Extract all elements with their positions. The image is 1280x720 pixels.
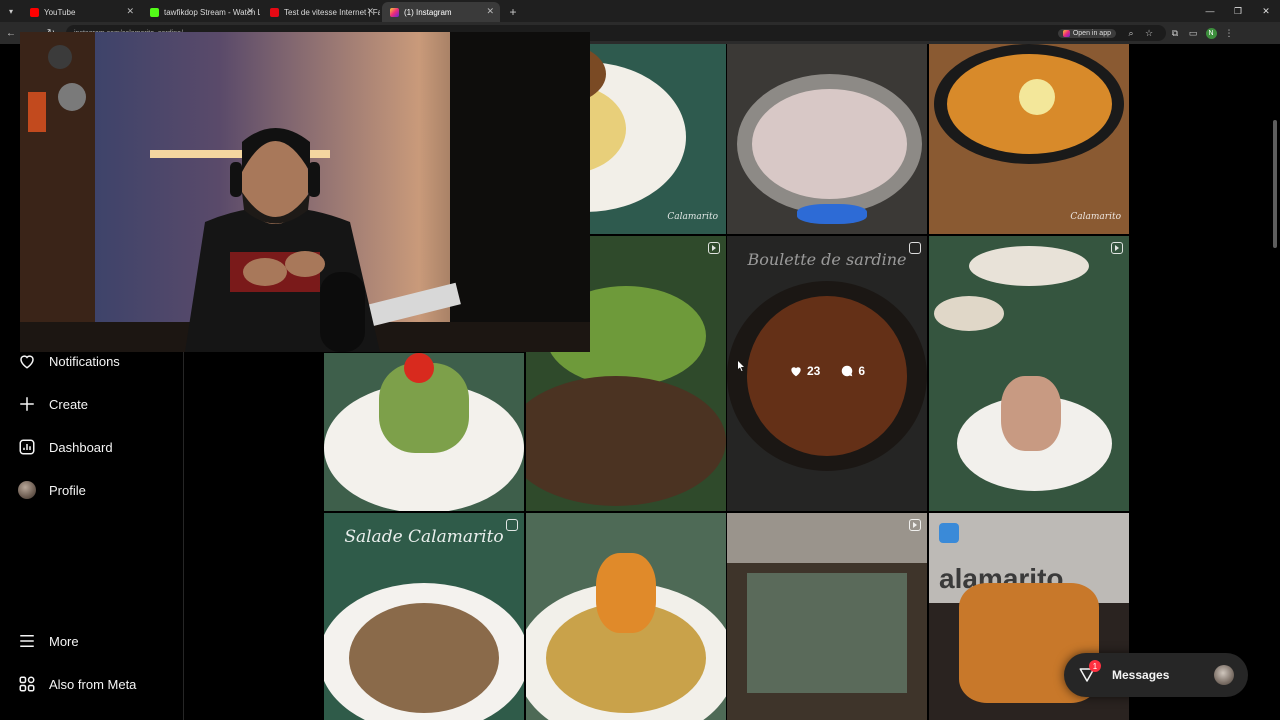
tab-kick-stream[interactable]: tawfikdop Stream - Watch Live ✕ [142, 2, 260, 22]
sidebar-item-label: Create [49, 396, 89, 412]
sidebar-item-create[interactable]: Create [18, 393, 88, 415]
sidebar-item-profile[interactable]: Profile [18, 479, 86, 501]
post-caption: Salade Calamarito [344, 527, 504, 547]
tab-fast-com[interactable]: Test de vitesse Internet | Fast.com ✕ [262, 2, 380, 22]
page-scrollbar[interactable] [1272, 46, 1278, 720]
tab-title: YouTube [44, 7, 76, 17]
tab-youtube[interactable]: YouTube ✕ [22, 2, 140, 22]
plate-shape [934, 296, 1004, 331]
zoom-icon[interactable]: ⌕ [1122, 24, 1140, 42]
app-window: ▾ YouTube ✕ tawfikdop Stream - Watch Liv… [0, 0, 1280, 720]
sidebar-item-label: Notifications [49, 353, 120, 369]
post-thumbnail[interactable] [727, 44, 927, 234]
post-thumbnail[interactable]: Calamarito [929, 44, 1129, 234]
comment-filled-icon [842, 365, 853, 377]
post-thumbnail[interactable]: Salade Calamarito [324, 513, 524, 720]
profile-button[interactable]: N [1202, 24, 1220, 42]
heart-filled-icon [791, 367, 801, 377]
comments-value: 6 [858, 364, 866, 378]
brand-watermark: Calamarito [1070, 212, 1121, 222]
plus-icon [20, 397, 34, 411]
post-thumbnail[interactable] [929, 236, 1129, 511]
fast-com-icon [270, 7, 279, 17]
reel-icon [1111, 242, 1123, 254]
close-tab-icon[interactable]: ✕ [126, 6, 134, 17]
menu-icon [20, 635, 34, 647]
fried-garnish-shape [596, 553, 656, 633]
avatar [1214, 665, 1234, 685]
messages-label: Messages [1112, 668, 1170, 682]
close-tab-icon[interactable]: ✕ [486, 6, 494, 17]
lemon-shape [1019, 79, 1055, 115]
reel-icon [909, 519, 921, 531]
star-icon[interactable]: ☆ [1140, 24, 1158, 42]
plate-shape [969, 246, 1089, 286]
carousel-icon [909, 242, 921, 254]
tab-search-icon[interactable]: ▾ [0, 0, 22, 22]
post-thumbnail[interactable] [324, 353, 524, 511]
cast-icon[interactable]: ▭ [1184, 24, 1202, 42]
window-controls: — ❐ ✕ [1196, 0, 1280, 22]
browser-menu-icon[interactable]: ⋮ [1220, 24, 1238, 42]
sidebar-item-label: Dashboard [49, 439, 113, 455]
squid-shape [752, 89, 907, 199]
decor-shape [939, 523, 959, 543]
messenger-icon: 1 [1078, 660, 1101, 684]
sidebar-item-also-from-meta[interactable]: Also from Meta [18, 673, 136, 695]
carousel-icon [506, 519, 518, 531]
kick-icon [150, 7, 159, 17]
profile-initial: N [1205, 27, 1217, 39]
extensions-icon[interactable]: ⧉ [1166, 24, 1184, 42]
post-thumbnail-hovered[interactable]: Boulette de sardine 23 6 [727, 236, 927, 511]
comments-count: 6 [840, 364, 865, 378]
webcam-overlay [20, 32, 590, 352]
sidebar-item-label: Profile [49, 482, 86, 498]
salad-shape [349, 603, 499, 713]
back-arrow-icon[interactable]: ← [2, 24, 20, 42]
brand-watermark: Calamarito [667, 212, 718, 222]
sidebar-item-notifications[interactable]: Notifications [18, 350, 120, 372]
youtube-icon [30, 7, 39, 17]
restore-icon[interactable]: ❐ [1224, 0, 1252, 22]
post-stats: 23 6 [727, 364, 927, 378]
sidebar-item-more[interactable]: More [18, 630, 79, 652]
meta-apps-icon [19, 676, 35, 692]
new-tab-button[interactable]: + [502, 2, 524, 22]
likes-value: 23 [806, 364, 821, 378]
scrollbar-thumb[interactable] [1273, 120, 1277, 248]
post-thumbnail[interactable] [526, 513, 726, 720]
streamer-camera-feed [20, 32, 590, 352]
minimize-icon[interactable]: — [1196, 0, 1224, 22]
tab-title: (1) Instagram [404, 7, 452, 17]
mouse-cursor-icon [738, 361, 744, 371]
open-in-app-button[interactable]: Open in app [1057, 28, 1116, 38]
dashboard-icon [19, 439, 35, 455]
browser-tab-bar: ▾ YouTube ✕ tawfikdop Stream - Watch Liv… [0, 0, 1280, 22]
post-thumbnail[interactable] [727, 513, 927, 720]
close-tab-icon[interactable]: ✕ [246, 6, 254, 17]
instagram-icon [390, 7, 399, 17]
messages-button[interactable]: 1 Messages [1064, 653, 1248, 697]
sidebar-item-label: More [49, 633, 79, 649]
close-tab-icon[interactable]: ✕ [366, 6, 374, 17]
post-thumbnail-filler [526, 353, 726, 511]
unread-badge: 1 [1089, 660, 1101, 672]
reel-icon [708, 242, 720, 254]
likes-count: 23 [789, 364, 820, 378]
sidebar-item-dashboard[interactable]: Dashboard [18, 436, 113, 458]
salad-tower-shape [1001, 376, 1061, 451]
sidebar-item-label: Also from Meta [49, 676, 137, 692]
open-in-app-label: Open in app [1072, 29, 1111, 37]
restaurant-interior-shape [747, 573, 907, 693]
instagram-icon [1062, 29, 1070, 37]
ceiling-shape [727, 513, 927, 563]
avatar [18, 481, 36, 499]
close-window-icon[interactable]: ✕ [1252, 0, 1280, 22]
tomato-shape [404, 353, 434, 383]
heart-icon [20, 355, 34, 369]
flame-shape [797, 204, 867, 224]
tab-instagram[interactable]: (1) Instagram ✕ [382, 2, 500, 22]
